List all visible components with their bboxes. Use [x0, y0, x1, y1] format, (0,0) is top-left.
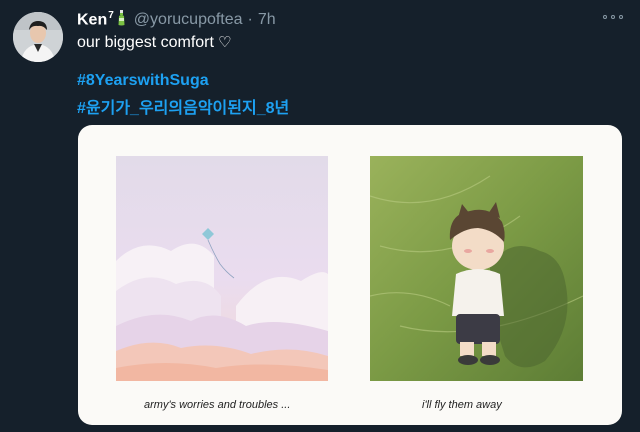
- caption-left: army's worries and troubles ...: [144, 399, 291, 411]
- tweet-text: our biggest comfort ♡: [77, 34, 232, 51]
- bottle-emoji-icon: [117, 9, 126, 31]
- heart-symbol: ♡: [217, 34, 232, 51]
- hashtag-korean[interactable]: #윤기가_우리의음악이된지_8년: [77, 94, 289, 118]
- display-name[interactable]: Ken7: [77, 10, 114, 29]
- avatar[interactable]: [13, 12, 63, 62]
- user-handle[interactable]: @yorucupoftea: [134, 11, 243, 29]
- timestamp[interactable]: 7h: [258, 11, 276, 29]
- hashtag-8yearswithsuga[interactable]: #8YearswithSuga: [77, 72, 209, 90]
- more-options-icon[interactable]: [602, 10, 624, 24]
- tweet-header: Ken7 @yorucupoftea · 7h: [77, 9, 276, 31]
- character-grass-illustration: [370, 156, 583, 381]
- tweet-container: Ken7 @yorucupoftea · 7h our biggest comf…: [0, 0, 640, 432]
- tweet-media-image[interactable]: army's worries and troubles ... i'll fly…: [78, 125, 622, 425]
- sky-clouds-illustration: [116, 156, 328, 381]
- caption-right: i'll fly them away: [422, 399, 502, 411]
- separator-dot: ·: [247, 11, 253, 28]
